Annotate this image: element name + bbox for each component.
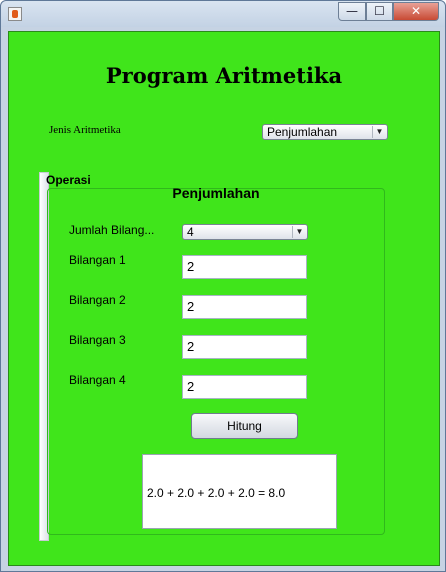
title-bar[interactable]: — ☐ ✕: [1, 1, 445, 27]
maximize-button[interactable]: ☐: [366, 2, 393, 21]
jumlah-bilangan-value: 4: [187, 225, 194, 239]
java-app-icon: [8, 7, 22, 21]
app-window: — ☐ ✕ Program Aritmetika Jenis Aritmetik…: [0, 0, 446, 572]
content-pane: Program Aritmetika Jenis Aritmetika Penj…: [8, 31, 440, 566]
page-title: Program Aritmetika: [105, 63, 343, 88]
bilangan-1-label: Bilangan 1: [69, 253, 126, 267]
minimize-button[interactable]: —: [338, 2, 366, 21]
jenis-aritmetika-select[interactable]: Penjumlahan ▼: [262, 124, 388, 140]
jumlah-bilangan-label: Jumlah Bilang...: [69, 223, 155, 237]
group-title: Penjumlahan: [172, 185, 260, 201]
bilangan-4-input[interactable]: 2: [182, 375, 307, 399]
bilangan-3-input[interactable]: 2: [182, 335, 307, 359]
close-button[interactable]: ✕: [393, 2, 439, 21]
bilangan-3-label: Bilangan 3: [69, 333, 126, 347]
hitung-button[interactable]: Hitung: [191, 413, 298, 439]
bilangan-2-label: Bilangan 2: [69, 293, 126, 307]
bilangan-2-input[interactable]: 2: [182, 295, 307, 319]
chevron-down-icon: ▼: [292, 226, 306, 238]
jenis-aritmetika-label: Jenis Aritmetika: [49, 124, 121, 136]
jumlah-bilangan-select[interactable]: 4 ▼: [182, 224, 308, 240]
bilangan-1-input[interactable]: 2: [182, 255, 307, 279]
chevron-down-icon: ▼: [372, 126, 386, 138]
jenis-aritmetika-value: Penjumlahan: [267, 125, 338, 139]
result-text: 2.0 + 2.0 + 2.0 + 2.0 = 8.0: [147, 486, 286, 500]
bilangan-4-label: Bilangan 4: [69, 373, 126, 387]
result-area[interactable]: 2.0 + 2.0 + 2.0 + 2.0 = 8.0: [142, 454, 337, 529]
